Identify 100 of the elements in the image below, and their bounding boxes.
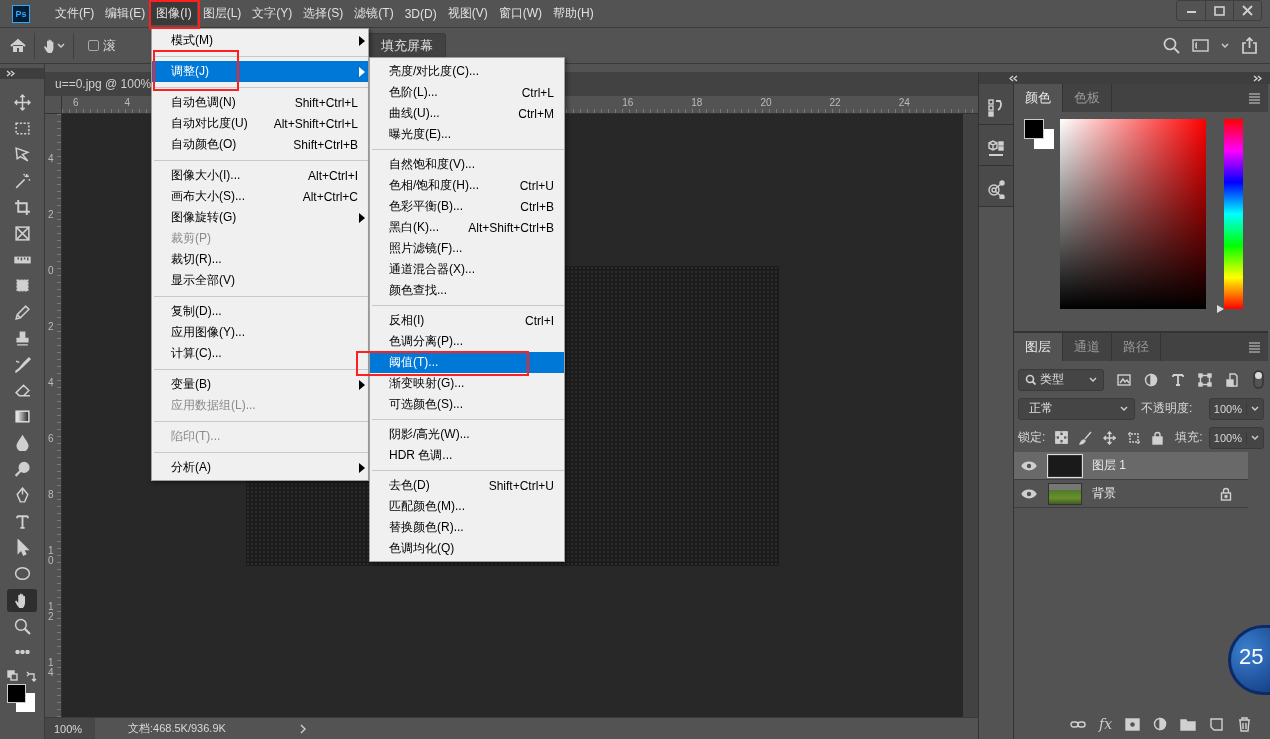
menu-item[interactable]: 自动颜色(O) Shift+Ctrl+B [152, 134, 368, 155]
menu-item[interactable]: 色阶(L)... Ctrl+L [370, 82, 564, 103]
menu-item[interactable]: 复制(D)... [152, 301, 368, 322]
slider-thumb[interactable] [1217, 305, 1224, 313]
menu-item[interactable]: 变量(B) [152, 374, 368, 395]
node-graph-icon[interactable] [987, 179, 1005, 199]
menu-item[interactable]: 黑白(K)... Alt+Shift+Ctrl+B [370, 217, 564, 238]
expand-icon[interactable] [1253, 74, 1262, 82]
menu-item[interactable]: 反相(I) Ctrl+I [370, 310, 564, 331]
adjustment-filter-icon[interactable] [1144, 372, 1158, 387]
panel-tab[interactable]: 图层 [1014, 333, 1063, 361]
default-colors-icon[interactable] [7, 669, 18, 681]
menu-item[interactable]: 分析(A) [152, 457, 368, 478]
menu-item[interactable]: 计算(C)... [152, 343, 368, 364]
menu-item[interactable]: 图像大小(I)... Alt+Ctrl+I [152, 165, 368, 186]
eye-icon[interactable] [1021, 459, 1037, 472]
adjustment-icon[interactable] [1153, 717, 1168, 731]
menu-item[interactable]: HDR 色调... [370, 445, 564, 466]
menu-icon[interactable] [1249, 92, 1260, 104]
maximize-icon[interactable] [1214, 5, 1225, 16]
shape-filter-icon[interactable] [1198, 372, 1212, 387]
menu-item[interactable]: 色相/饱和度(H)... Ctrl+U [370, 175, 564, 196]
menu-item[interactable]: 阈值(T)... [370, 352, 564, 373]
menu-item[interactable]: 显示全部(V) [152, 270, 368, 291]
menu-icon[interactable] [1249, 341, 1260, 353]
tool-button[interactable] [7, 588, 37, 612]
mask-icon[interactable] [1125, 717, 1141, 731]
menu-item[interactable]: 自然饱和度(V)... [370, 154, 564, 175]
type-filter-icon[interactable] [1171, 372, 1185, 387]
menu-item[interactable]: 编辑(E) [100, 2, 151, 25]
trash-icon[interactable] [1237, 716, 1253, 732]
menu-item[interactable]: 可选颜色(S)... [370, 394, 564, 415]
menu-item[interactable]: 去色(D) Shift+Ctrl+U [370, 475, 564, 496]
fill-field[interactable]: 100% [1208, 426, 1264, 449]
menu-item[interactable]: 裁切(R)... [152, 249, 368, 270]
menu-item[interactable]: 滤镜(T) [349, 2, 399, 25]
layer-row[interactable]: 背景 [1014, 480, 1248, 508]
color-swatches[interactable] [7, 683, 37, 714]
close-icon[interactable] [1242, 5, 1253, 16]
menu-item[interactable]: 阴影/高光(W)... [370, 424, 564, 445]
menu-item[interactable]: 文字(Y) [247, 2, 298, 25]
workspace-icon[interactable] [1192, 39, 1209, 52]
caret-icon[interactable] [57, 43, 65, 48]
folder-icon[interactable] [1180, 717, 1197, 731]
lock-icon[interactable] [1151, 430, 1166, 445]
opacity-field[interactable]: 100% [1208, 397, 1264, 420]
expand-icon[interactable] [6, 70, 15, 77]
menu-item[interactable]: 通道混合器(X)... [370, 259, 564, 280]
menu-item[interactable]: 曲线(U)... Ctrl+M [370, 103, 564, 124]
hue-spectrum-bar[interactable] [1224, 119, 1243, 309]
fill-screen-button[interactable]: 填充屏幕 [368, 32, 446, 59]
panel-tab[interactable]: 颜色 [1014, 84, 1063, 112]
menu-item[interactable]: 替换颜色(R)... [370, 517, 564, 538]
menu-item[interactable]: 应用图像(Y)... [152, 322, 368, 343]
artboard-icon[interactable] [1127, 430, 1142, 445]
menu-item[interactable]: 照片滤镜(F)... [370, 238, 564, 259]
menu-item[interactable]: 画布大小(S)... Alt+Ctrl+C [152, 186, 368, 207]
swap-colors-icon[interactable] [26, 669, 37, 682]
color-field[interactable] [1060, 119, 1206, 309]
menu-item[interactable]: 选择(S) [298, 2, 349, 25]
blend-mode-dropdown[interactable]: 正常 [1018, 397, 1135, 420]
menu-item[interactable]: 3D(D) [399, 3, 442, 24]
lock-transparency-icon[interactable] [1055, 430, 1070, 445]
filter-dropdown[interactable]: 类型 [1018, 368, 1104, 391]
image-filter-icon[interactable] [1117, 372, 1131, 387]
menu-item[interactable]: 图像(I) [151, 2, 197, 25]
menu-item[interactable]: 颜色查找... [370, 280, 564, 301]
menu-item[interactable]: 帮助(H) [548, 2, 599, 25]
menu-item[interactable]: 亮度/对比度(C)... [370, 61, 564, 82]
history-icon[interactable] [987, 97, 1005, 117]
menu-item[interactable]: 模式(M) [152, 30, 368, 51]
caret-icon[interactable] [1221, 43, 1229, 48]
link-icon[interactable] [1069, 718, 1086, 730]
menu-item[interactable]: 自动色调(N) Shift+Ctrl+L [152, 92, 368, 113]
layer-style-button[interactable]: fx [1098, 716, 1113, 732]
menu-item[interactable]: 色调均化(Q) [370, 538, 564, 559]
panel-tab[interactable]: 路径 [1112, 333, 1161, 361]
search-icon[interactable] [1163, 37, 1180, 54]
menu-item[interactable]: 图层(L) [197, 2, 247, 25]
document-tab[interactable]: u==0.jpg @ 100% [55, 77, 152, 91]
menu-item[interactable]: 调整(J) [152, 61, 368, 82]
menu-item[interactable]: 色调分离(P)... [370, 331, 564, 352]
panel-tab[interactable]: 色板 [1063, 84, 1112, 112]
zoom-field[interactable]: 100% [45, 718, 95, 739]
layer-row[interactable]: 图层 1 [1014, 452, 1248, 480]
menu-item[interactable]: 视图(V) [442, 2, 493, 25]
home-icon[interactable] [10, 38, 26, 53]
eye-icon[interactable] [1021, 487, 1037, 500]
menu-item[interactable]: 图像旋转(G) [152, 207, 368, 228]
share-icon[interactable] [1241, 37, 1258, 54]
menu-item[interactable]: 渐变映射(G)... [370, 373, 564, 394]
menu-item[interactable]: 曝光度(E)... [370, 124, 564, 145]
menu-item[interactable]: 窗口(W) [493, 2, 547, 25]
smart-object-filter-icon[interactable] [1225, 372, 1239, 387]
cube-icon[interactable] [987, 138, 1005, 158]
collapse-icon[interactable] [1009, 74, 1018, 82]
filter-toggle[interactable] [1253, 370, 1264, 389]
checkbox[interactable] [88, 40, 99, 51]
chevron-icon[interactable] [299, 723, 306, 734]
menu-item[interactable]: 色彩平衡(B)... Ctrl+B [370, 196, 564, 217]
